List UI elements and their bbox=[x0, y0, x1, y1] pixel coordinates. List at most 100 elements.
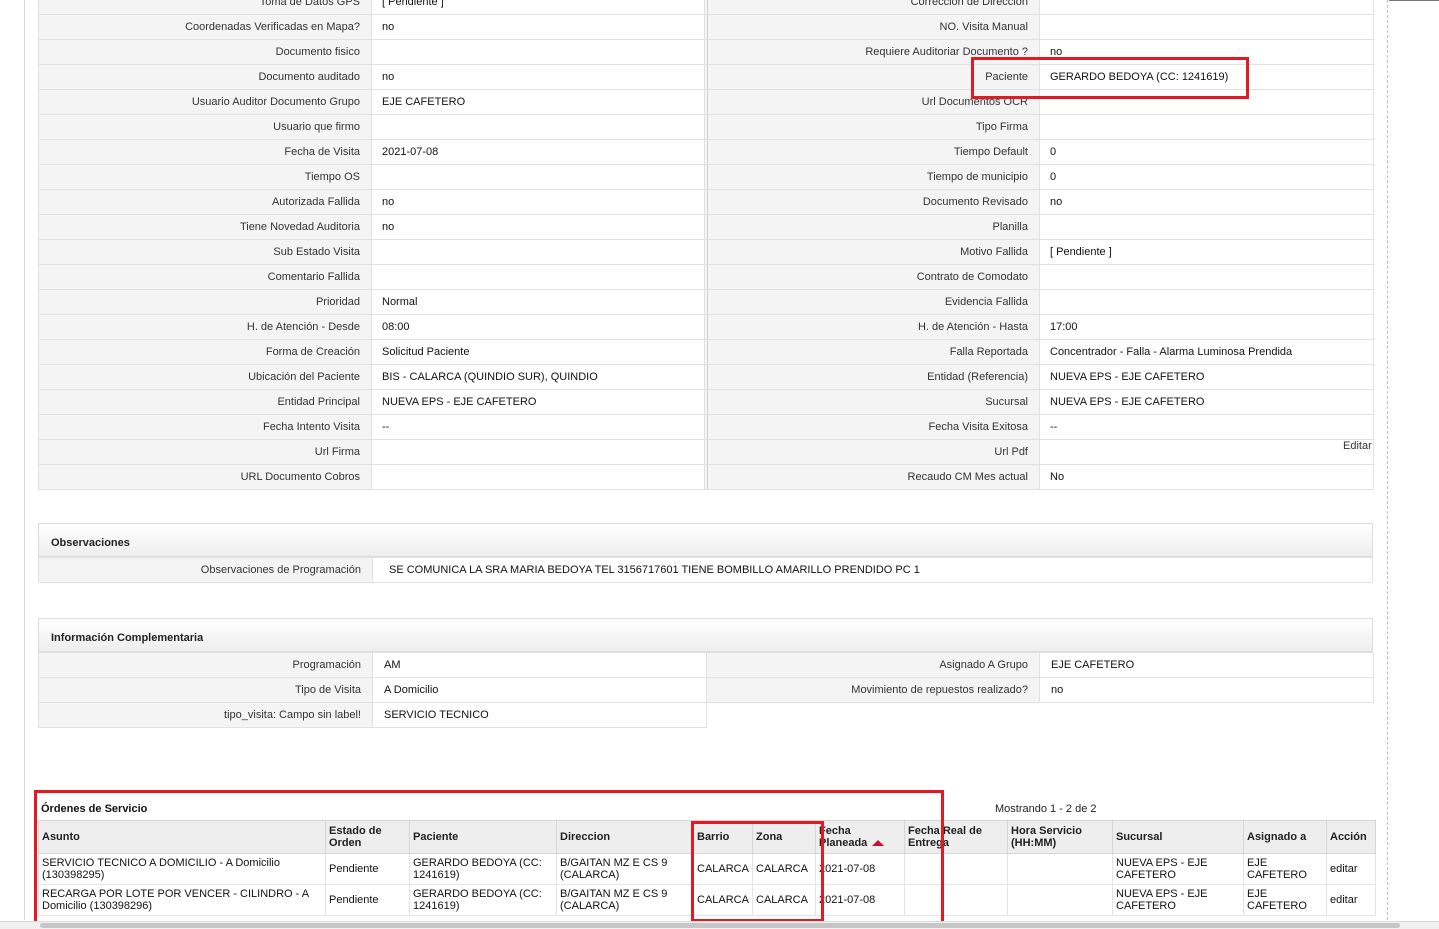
detail-label-planilla: Planilla bbox=[707, 214, 1040, 240]
detail-row: Tiempo OS Tiempo de municipio 0 bbox=[38, 164, 1374, 190]
detail-value-planilla bbox=[1039, 214, 1374, 240]
detail-value-no-visita-manual bbox=[1039, 14, 1374, 40]
detail-value-tipo-firma bbox=[1039, 114, 1374, 140]
info-complementaria-title: Información Complementaria bbox=[38, 618, 1373, 652]
detail-row: Tiene Novedad Auditoria no Planilla bbox=[38, 214, 1374, 240]
detail-label-url-pdf: Url Pdf bbox=[707, 439, 1040, 465]
detail-label-url-documentos-ocr: Url Documentos OCR bbox=[707, 89, 1040, 115]
editar-orden-link[interactable]: editar bbox=[1326, 853, 1376, 885]
detail-label-contrato-de-comodato: Contrato de Comodato bbox=[707, 264, 1040, 290]
detail-row: Prioridad Normal Evidencia Fallida bbox=[38, 289, 1374, 315]
detail-label-tiene-novedad-auditoria: Tiene Novedad Auditoria bbox=[38, 214, 372, 240]
ordenes-cell-zona: CALARCA bbox=[752, 884, 816, 916]
detail-label-recaudo-cm-mes-actual: Recaudo CM Mes actual bbox=[707, 464, 1040, 490]
empty-cell bbox=[706, 702, 1374, 728]
detail-label-autorizada-fallida: Autorizada Fallida bbox=[38, 189, 372, 215]
comp-value-movimiento-de-repuestos-realizado: no bbox=[1039, 677, 1374, 703]
detail-value-usuario-auditor-documento-grupo: EJE CAFETERO bbox=[371, 89, 705, 115]
detail-row: Usuario que firmo Tipo Firma bbox=[38, 114, 1374, 140]
ordenes-header-label: Fecha Planeada bbox=[819, 825, 868, 849]
detail-label-requiere-auditoriar-documento: Requiere Auditoriar Documento ? bbox=[707, 39, 1040, 65]
detail-value-ubicacion-del-paciente: BIS - CALARCA (QUINDIO SUR), QUINDIO bbox=[371, 364, 705, 390]
detail-label-entidad-principal: Entidad Principal bbox=[38, 389, 372, 415]
detail-row: Coordenadas Verificadas en Mapa? no NO. Vi… bbox=[38, 14, 1374, 40]
detail-label-tiempo-default: Tiempo Default bbox=[707, 139, 1040, 165]
detail-row: H. de Atención - Desde 08:00 H. de Atenció… bbox=[38, 314, 1374, 340]
ordenes-header-asignado-a[interactable]: Asignado a bbox=[1243, 820, 1327, 854]
detail-value-h-de-atencion-desde: 08:00 bbox=[371, 314, 705, 340]
comp-value-tipo-de-visita: A Domicilio bbox=[372, 677, 707, 703]
complementaria-row: Tipo de Visita A Domicilio Movimiento de r… bbox=[38, 677, 1374, 703]
ordenes-cell-fecha-planeada: 2021-07-08 bbox=[815, 853, 905, 885]
detail-label-evidencia-fallida: Evidencia Fallida bbox=[707, 289, 1040, 315]
detail-value-tiempo-os bbox=[371, 164, 705, 190]
ordenes-header-direccion[interactable]: Direccion bbox=[556, 820, 694, 854]
ordenes-title: Órdenes de Servicio bbox=[41, 803, 148, 815]
observaciones-row: Observaciones de Programación SE COMUNIC… bbox=[38, 557, 1373, 583]
detail-value-correccion-de-direccion bbox=[1039, 0, 1374, 15]
ordenes-header-paciente[interactable]: Paciente bbox=[409, 820, 557, 854]
ordenes-cell-sucursal: NUEVA EPS - EJE CAFETERO bbox=[1112, 884, 1244, 916]
ordenes-cell-zona: CALARCA bbox=[752, 853, 816, 885]
detail-label-motivo-fallida: Motivo Fallida bbox=[707, 239, 1040, 265]
ordenes-cell-direccion: B/GAITAN MZ E CS 9 (CALARCA) bbox=[556, 853, 694, 885]
ordenes-header-label: Zona bbox=[756, 831, 783, 843]
comp-value-programacion: AM bbox=[372, 652, 707, 678]
detail-row: Toma de Datos GPS[ Pendiente ] Corrección… bbox=[38, 0, 1374, 15]
ordenes-header-label: Paciente bbox=[413, 831, 459, 843]
detail-value-contrato-de-comodato bbox=[1039, 264, 1374, 290]
detail-value-autorizada-fallida: no bbox=[371, 189, 705, 215]
comp-label-programacion: Programación bbox=[38, 652, 373, 678]
detail-value-motivo-fallida: [ Pendiente ] bbox=[1039, 239, 1374, 265]
ordenes-header-barrio[interactable]: Barrio bbox=[693, 820, 753, 854]
observaciones-value: SE COMUNICA LA SRA MARIA BEDOYA TEL 3156… bbox=[372, 557, 1373, 583]
sort-ascending-icon[interactable] bbox=[872, 840, 885, 847]
detail-label-prioridad: Prioridad bbox=[38, 289, 372, 315]
editar-link[interactable]: Editar bbox=[1343, 440, 1372, 452]
ordenes-cell-asignado-a: EJE CAFETERO bbox=[1243, 853, 1327, 885]
ordenes-cell-barrio: CALARCA bbox=[693, 884, 753, 916]
left-divider bbox=[24, 0, 25, 920]
ordenes-header-sucursal[interactable]: Sucursal bbox=[1112, 820, 1244, 854]
ordenes-cell-fecha-real-de-entrega bbox=[904, 884, 1008, 916]
ordenes-header-fecha-real-de-entrega[interactable]: Fecha Real de Entrega bbox=[904, 820, 1008, 854]
detail-label-documento-auditado: Documento auditado bbox=[38, 64, 372, 90]
detail-value-sub-estado-visita bbox=[371, 239, 705, 265]
ordenes-header-accion[interactable]: Acción bbox=[1326, 820, 1376, 854]
observaciones-label: Observaciones de Programación bbox=[38, 557, 373, 583]
ordenes-header-zona[interactable]: Zona bbox=[752, 820, 816, 854]
editar-orden-link[interactable]: editar bbox=[1326, 884, 1376, 916]
visit-details-grid: Toma de Datos GPS[ Pendiente ] Corrección… bbox=[38, 0, 1374, 490]
detail-label-documento-fisico: Documento fisico bbox=[38, 39, 372, 65]
ordenes-header-hora-servicio-hh-mm[interactable]: Hora Servicio (HH:MM) bbox=[1007, 820, 1113, 854]
detail-value-coordenadas-verificadas-en-mapa: no bbox=[371, 14, 705, 40]
detail-row: Comentario Fallida Contrato de Comodato bbox=[38, 264, 1374, 290]
detail-label-no-visita-manual: NO. Visita Manual bbox=[707, 14, 1040, 40]
detail-value-usuario-que-firmo bbox=[371, 114, 705, 140]
detail-value-h-de-atencion-hasta: 17:00 bbox=[1039, 314, 1374, 340]
detail-value-tiempo-de-municipio: 0 bbox=[1039, 164, 1374, 190]
detail-label-usuario-auditor-documento-grupo: Usuario Auditor Documento Grupo bbox=[38, 89, 372, 115]
detail-label-forma-de-creacion: Forma de Creación bbox=[38, 339, 372, 365]
detail-label-url-firma: Url Firma bbox=[38, 439, 372, 465]
ordenes-cell-hora-servicio-hh-mm bbox=[1007, 853, 1113, 885]
detail-label-fecha-intento-visita: Fecha Intento Visita bbox=[38, 414, 372, 440]
detail-value-documento-auditado: no bbox=[371, 64, 705, 90]
ordenes-header-fecha-planeada[interactable]: Fecha Planeada bbox=[815, 820, 905, 854]
ordenes-header-estado-de-orden[interactable]: Estado de Orden bbox=[325, 820, 410, 854]
ordenes-header-asunto[interactable]: Asunto bbox=[38, 820, 326, 854]
ordenes-header-label: Direccion bbox=[560, 831, 611, 843]
horizontal-scrollbar-thumb[interactable] bbox=[40, 923, 1400, 928]
ordenes-cell-direccion: B/GAITAN MZ E CS 9 (CALARCA) bbox=[556, 884, 694, 916]
ordenes-header-label: Fecha Real de Entrega bbox=[908, 825, 982, 849]
ordenes-cell-fecha-planeada: 2021-07-08 bbox=[815, 884, 905, 916]
detail-label-toma-de-datos-gps: Toma de Datos GPS bbox=[38, 0, 372, 15]
detail-row: Entidad Principal NUEVA EPS - EJE CAFETER… bbox=[38, 389, 1374, 415]
observaciones-section: Observaciones Observaciones de Programac… bbox=[38, 523, 1373, 583]
detail-row: Sub Estado Visita Motivo Fallida[ Pendien… bbox=[38, 239, 1374, 265]
complementaria-row: Programación AM Asignado A Grupo EJE CAFETE… bbox=[38, 652, 1374, 678]
detail-label-h-de-atencion-hasta: H. de Atención - Hasta bbox=[707, 314, 1040, 340]
observaciones-title: Observaciones bbox=[38, 523, 1373, 557]
detail-value-entidad-referencia: NUEVA EPS - EJE CAFETERO bbox=[1039, 364, 1374, 390]
detail-value-fecha-intento-visita: -- bbox=[371, 414, 705, 440]
